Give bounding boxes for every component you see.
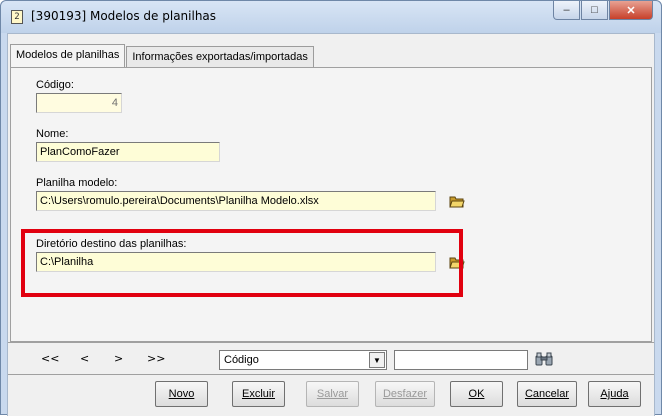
diretorio-destino-label: Diretório destino das planilhas: [36, 238, 187, 250]
window-client-area: Modelos de planilhas Informações exporta… [7, 33, 655, 416]
app-icon: 2 [11, 10, 23, 24]
codigo-field: 4 [36, 93, 122, 113]
tab-strip: Modelos de planilhas Informações exporta… [10, 44, 315, 67]
action-button-bar: Novo Excluir Salvar Desfazer OK Cancelar… [8, 374, 654, 416]
window-title: [390193] Modelos de planilhas [31, 9, 217, 23]
record-navigation-bar: << < > >> Código ▼ [8, 342, 654, 374]
minimize-icon: – [563, 4, 570, 16]
tab-informacoes-exportadas[interactable]: Informações exportadas/importadas [126, 46, 314, 67]
first-record-button[interactable]: << [41, 352, 59, 365]
previous-record-button[interactable]: < [80, 352, 89, 365]
folder-open-icon[interactable] [449, 255, 465, 269]
close-button[interactable]: ✕ [609, 1, 653, 20]
desfazer-button[interactable]: Desfazer [375, 381, 435, 407]
cancelar-button[interactable]: Cancelar [517, 381, 577, 407]
ok-button[interactable]: OK [450, 381, 503, 407]
chevron-down-icon[interactable]: ▼ [369, 352, 385, 368]
codigo-label: Código: [36, 79, 74, 91]
planilha-modelo-label: Planilha modelo: [36, 177, 118, 189]
maximize-button[interactable]: □ [581, 1, 608, 20]
folder-open-icon[interactable] [449, 194, 465, 208]
tab-modelos-de-planilhas[interactable]: Modelos de planilhas [10, 44, 126, 67]
search-field-value: Código [224, 354, 259, 366]
last-record-button[interactable]: >> [147, 352, 165, 365]
app-window: 2 [390193] Modelos de planilhas – □ ✕ Mo… [0, 0, 662, 416]
minimize-button[interactable]: – [553, 1, 580, 20]
maximize-icon: □ [591, 4, 598, 16]
next-record-button[interactable]: > [114, 352, 123, 365]
tab-panel: Código: 4 Nome: PlanComoFazer Planilha m… [10, 67, 652, 342]
diretorio-destino-field[interactable]: C:\Planilha [36, 252, 436, 272]
excluir-button[interactable]: Excluir [232, 381, 285, 407]
title-bar[interactable]: 2 [390193] Modelos de planilhas – □ ✕ [1, 1, 661, 33]
nome-label: Nome: [36, 128, 69, 140]
salvar-button[interactable]: Salvar [306, 381, 359, 407]
search-input[interactable] [394, 350, 528, 370]
ajuda-button[interactable]: Ajuda [588, 381, 641, 407]
window-controls: – □ ✕ [552, 1, 653, 20]
close-icon: ✕ [626, 4, 636, 17]
planilha-modelo-field[interactable]: C:\Users\romulo.pereira\Documents\Planil… [36, 191, 436, 211]
novo-button[interactable]: Novo [155, 381, 208, 407]
nome-field[interactable]: PlanComoFazer [36, 142, 220, 162]
search-field-select[interactable]: Código ▼ [219, 350, 387, 370]
binoculars-icon[interactable] [535, 352, 553, 366]
